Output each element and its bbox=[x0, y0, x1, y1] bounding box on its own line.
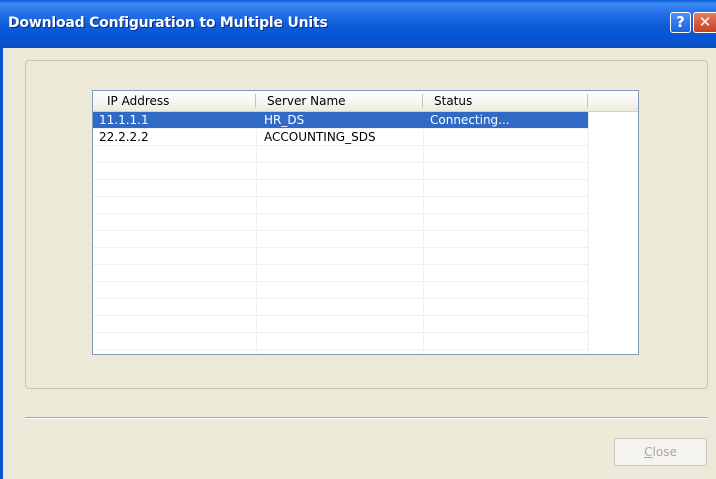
column-header-status[interactable]: Status bbox=[423, 91, 588, 111]
cell-ip-address: 11.1.1.1 bbox=[99, 113, 149, 127]
window-border bbox=[0, 48, 3, 479]
empty-row bbox=[93, 163, 588, 180]
table-row[interactable]: 11.1.1.1 HR_DS Connecting... bbox=[93, 112, 588, 129]
title-bar[interactable]: Download Configuration to Multiple Units… bbox=[0, 0, 716, 48]
footer-separator bbox=[25, 417, 708, 419]
list-body: 11.1.1.1 HR_DS Connecting... 22.2.2.2 AC… bbox=[93, 112, 638, 354]
empty-row bbox=[93, 299, 588, 316]
empty-row bbox=[93, 248, 588, 265]
empty-row bbox=[93, 282, 588, 299]
close-window-button[interactable]: ✕ bbox=[693, 12, 716, 33]
empty-row bbox=[93, 197, 588, 214]
grid-line bbox=[588, 112, 589, 354]
units-list-view[interactable]: IP Address Server Name Status 11.1.1.1 H… bbox=[92, 90, 639, 355]
window-title: Download Configuration to Multiple Units bbox=[8, 15, 328, 31]
column-header-server-name[interactable]: Server Name bbox=[256, 91, 423, 111]
empty-row bbox=[93, 333, 588, 350]
empty-row bbox=[93, 180, 588, 197]
column-header-ip-address[interactable]: IP Address bbox=[93, 91, 256, 111]
close-button-label: lose bbox=[652, 445, 677, 459]
cell-ip-address: 22.2.2.2 bbox=[99, 130, 149, 144]
column-header-filler bbox=[588, 91, 638, 111]
empty-row bbox=[93, 265, 588, 282]
empty-row bbox=[93, 231, 588, 248]
empty-row bbox=[93, 214, 588, 231]
cell-server-name: HR_DS bbox=[264, 113, 305, 127]
help-button[interactable]: ? bbox=[670, 12, 691, 33]
empty-row bbox=[93, 146, 588, 163]
table-row[interactable]: 22.2.2.2 ACCOUNTING_SDS bbox=[93, 129, 588, 146]
empty-row bbox=[93, 316, 588, 333]
cell-status: Connecting... bbox=[430, 113, 510, 127]
close-button-mnemonic: C bbox=[644, 445, 653, 459]
cell-server-name: ACCOUNTING_SDS bbox=[264, 130, 376, 144]
list-header: IP Address Server Name Status bbox=[93, 91, 638, 112]
close-button[interactable]: Close bbox=[614, 438, 707, 466]
